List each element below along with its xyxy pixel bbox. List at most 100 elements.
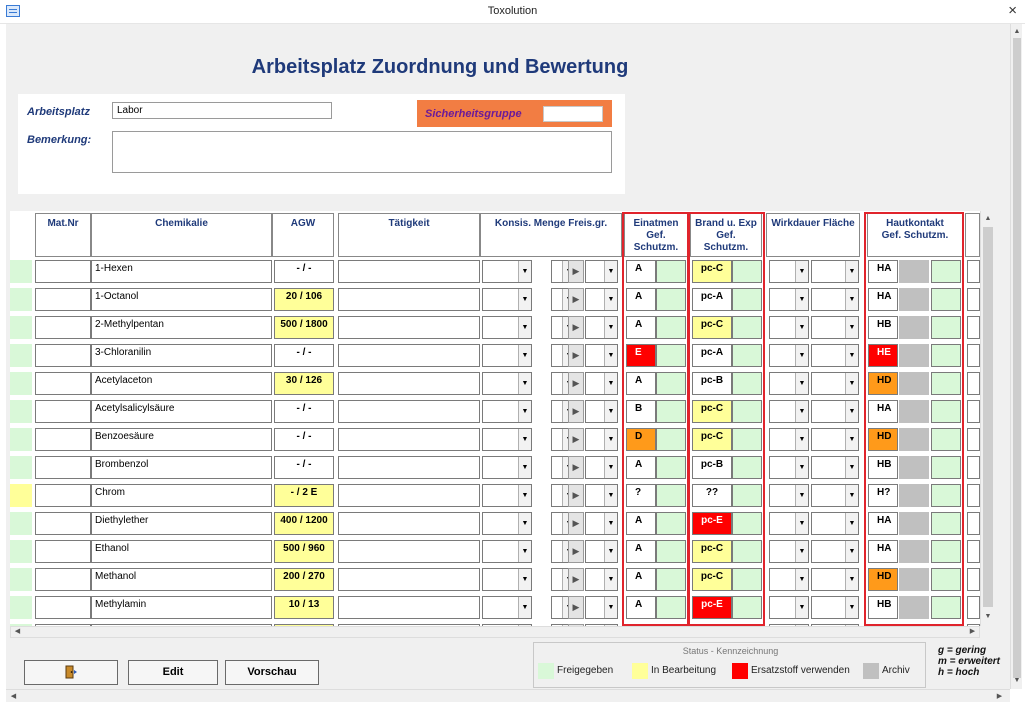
chevron-down-icon[interactable]: ▼ [604, 513, 617, 534]
taetigkeit-cell[interactable] [338, 288, 480, 311]
chevron-down-icon[interactable]: ▼ [518, 569, 531, 590]
konsistenz-dropdown[interactable]: ▼ [482, 400, 532, 423]
chevron-down-icon[interactable]: ▼ [518, 289, 531, 310]
chemikalie-cell[interactable]: Diethylether [91, 512, 272, 535]
haut-schutz-cell[interactable] [899, 400, 929, 423]
taetigkeit-cell[interactable] [338, 428, 480, 451]
freisetzungsgruppe-dropdown[interactable]: ▼ [585, 540, 618, 563]
einatmen-schutz-cell[interactable] [656, 316, 686, 339]
konsistenz-dropdown[interactable]: ▼ [482, 512, 532, 535]
exit-button[interactable] [24, 660, 118, 685]
step-button[interactable]: ▶ [568, 596, 584, 619]
freisetzungsgruppe-dropdown[interactable]: ▼ [585, 456, 618, 479]
haut-schutz-cell[interactable] [899, 372, 929, 395]
step-button[interactable]: ▶ [568, 428, 584, 451]
einatmen-schutz-cell[interactable] [656, 456, 686, 479]
chevron-down-icon[interactable]: ▼ [518, 373, 531, 394]
brand-schutz-cell[interactable] [732, 484, 762, 507]
chevron-down-icon[interactable]: ▼ [604, 401, 617, 422]
brand-schutz-cell[interactable] [732, 400, 762, 423]
konsistenz-dropdown[interactable]: ▼ [482, 484, 532, 507]
chevron-down-icon[interactable]: ▼ [518, 429, 531, 450]
chevron-down-icon[interactable]: ▼ [604, 541, 617, 562]
chevron-down-icon[interactable]: ▼ [604, 261, 617, 282]
brand-schutz-cell[interactable] [732, 288, 762, 311]
haut-extra-cell[interactable] [931, 372, 961, 395]
matnr-cell[interactable] [35, 316, 91, 339]
haut-extra-cell[interactable] [931, 568, 961, 591]
vorschau-button[interactable]: Vorschau [225, 660, 319, 685]
konsistenz-dropdown[interactable]: ▼ [482, 288, 532, 311]
scroll-right-icon[interactable]: ▶ [994, 691, 1005, 702]
matnr-cell[interactable] [35, 596, 91, 619]
step-button[interactable]: ▶ [568, 400, 584, 423]
taetigkeit-cell[interactable] [338, 484, 480, 507]
matnr-cell[interactable] [35, 428, 91, 451]
wirkdauer-dropdown[interactable]: ▼ [769, 372, 809, 395]
haut-schutz-cell[interactable] [899, 596, 929, 619]
haut-schutz-cell[interactable] [899, 540, 929, 563]
chemikalie-cell[interactable]: Acetylaceton [91, 372, 272, 395]
chemikalie-cell[interactable]: Benzoesäure [91, 428, 272, 451]
extra-cell[interactable] [967, 596, 980, 619]
chevron-down-icon[interactable]: ▼ [845, 289, 858, 310]
chevron-down-icon[interactable]: ▼ [795, 569, 808, 590]
freisetzungsgruppe-dropdown[interactable]: ▼ [585, 344, 618, 367]
step-button[interactable]: ▶ [568, 540, 584, 563]
haut-schutz-cell[interactable] [899, 484, 929, 507]
extra-cell[interactable] [967, 428, 980, 451]
chevron-down-icon[interactable]: ▼ [795, 261, 808, 282]
extra-cell[interactable] [967, 568, 980, 591]
einatmen-schutz-cell[interactable] [656, 260, 686, 283]
step-button[interactable]: ▶ [568, 288, 584, 311]
brand-schutz-cell[interactable] [732, 540, 762, 563]
wirkdauer-dropdown[interactable]: ▼ [769, 596, 809, 619]
chemikalie-cell[interactable]: Brombenzol [91, 456, 272, 479]
haut-extra-cell[interactable] [931, 260, 961, 283]
chevron-down-icon[interactable]: ▼ [795, 345, 808, 366]
chemikalie-cell[interactable]: Methylamin [91, 596, 272, 619]
konsistenz-dropdown[interactable]: ▼ [482, 260, 532, 283]
konsistenz-dropdown[interactable]: ▼ [482, 372, 532, 395]
matnr-cell[interactable] [35, 288, 91, 311]
extra-cell[interactable] [967, 540, 980, 563]
einatmen-schutz-cell[interactable] [656, 372, 686, 395]
brand-schutz-cell[interactable] [732, 456, 762, 479]
haut-extra-cell[interactable] [931, 344, 961, 367]
einatmen-schutz-cell[interactable] [656, 428, 686, 451]
brand-schutz-cell[interactable] [732, 344, 762, 367]
freisetzungsgruppe-dropdown[interactable]: ▼ [585, 260, 618, 283]
haut-extra-cell[interactable] [931, 428, 961, 451]
chevron-down-icon[interactable]: ▼ [795, 513, 808, 534]
wirkdauer-dropdown[interactable]: ▼ [769, 568, 809, 591]
flaeche-dropdown[interactable]: ▼ [811, 596, 859, 619]
wirkdauer-dropdown[interactable]: ▼ [769, 400, 809, 423]
chevron-down-icon[interactable]: ▼ [845, 261, 858, 282]
haut-schutz-cell[interactable] [899, 316, 929, 339]
wirkdauer-dropdown[interactable]: ▼ [769, 456, 809, 479]
chevron-down-icon[interactable]: ▼ [604, 373, 617, 394]
konsistenz-dropdown[interactable]: ▼ [482, 596, 532, 619]
extra-cell[interactable] [967, 260, 980, 283]
step-button[interactable]: ▶ [568, 456, 584, 479]
close-icon[interactable]: × [1008, 2, 1017, 19]
konsistenz-dropdown[interactable]: ▼ [482, 568, 532, 591]
chevron-down-icon[interactable]: ▼ [604, 569, 617, 590]
matnr-cell[interactable] [35, 540, 91, 563]
extra-cell[interactable] [967, 288, 980, 311]
brand-schutz-cell[interactable] [732, 568, 762, 591]
extra-cell[interactable] [967, 372, 980, 395]
sicherheitsgruppe-field[interactable] [543, 106, 603, 122]
chevron-down-icon[interactable]: ▼ [795, 541, 808, 562]
chemikalie-cell[interactable]: 1-Hexen [91, 260, 272, 283]
brand-schutz-cell[interactable] [732, 316, 762, 339]
brand-schutz-cell[interactable] [732, 512, 762, 535]
chemikalie-cell[interactable]: Acetylsalicylsäure [91, 400, 272, 423]
chevron-down-icon[interactable]: ▼ [795, 457, 808, 478]
chevron-down-icon[interactable]: ▼ [845, 317, 858, 338]
chemikalie-cell[interactable]: Methanol [91, 568, 272, 591]
chevron-down-icon[interactable]: ▼ [795, 373, 808, 394]
konsistenz-dropdown[interactable]: ▼ [482, 540, 532, 563]
chevron-down-icon[interactable]: ▼ [795, 289, 808, 310]
chevron-down-icon[interactable]: ▼ [845, 485, 858, 506]
